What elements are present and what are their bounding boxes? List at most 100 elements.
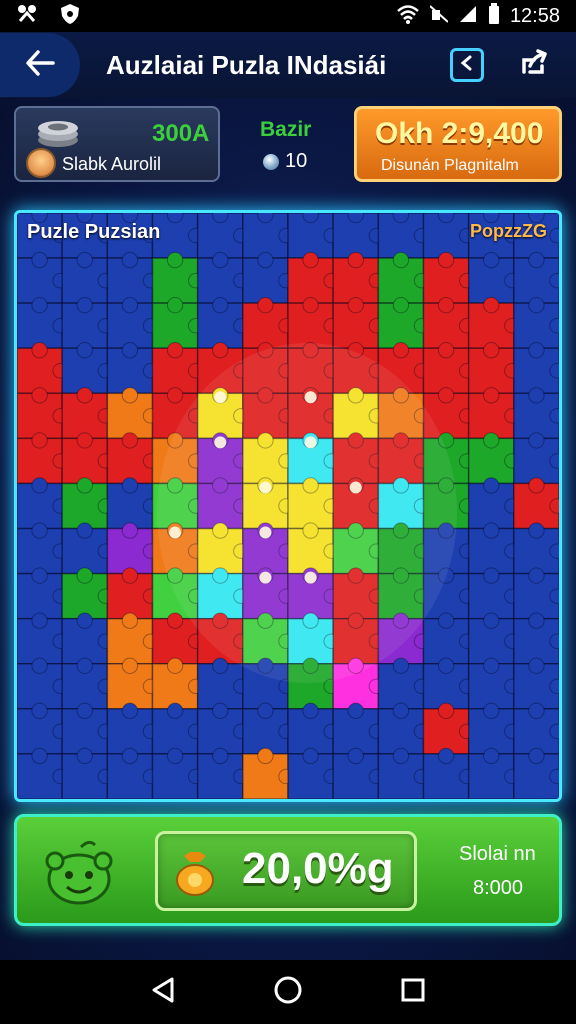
puzzle-piece[interactable] xyxy=(287,747,339,799)
puzzle-piece[interactable] xyxy=(287,251,339,304)
puzzle-piece[interactable] xyxy=(151,702,204,755)
puzzle-piece[interactable] xyxy=(17,657,68,710)
puzzle-piece[interactable] xyxy=(17,477,68,530)
nav-home-button[interactable] xyxy=(268,972,308,1012)
puzzle-piece[interactable] xyxy=(377,251,430,304)
puzzle-piece[interactable] xyxy=(61,657,114,710)
puzzle-piece[interactable] xyxy=(377,702,430,755)
puzzle-piece[interactable] xyxy=(513,342,559,395)
puzzle-piece[interactable] xyxy=(377,657,430,710)
puzzle-piece[interactable] xyxy=(151,342,204,395)
puzzle-piece[interactable] xyxy=(422,657,475,710)
puzzle-piece[interactable] xyxy=(17,702,68,755)
puzzle-piece[interactable] xyxy=(61,612,114,665)
puzzle-piece[interactable] xyxy=(61,342,114,395)
puzzle-piece[interactable] xyxy=(422,296,475,349)
puzzle-piece[interactable] xyxy=(17,251,68,304)
puzzle-piece[interactable] xyxy=(106,387,159,440)
puzzle-piece[interactable] xyxy=(196,251,249,304)
player-card[interactable]: 300A Slabk Aurolil xyxy=(14,106,220,182)
puzzle-piece[interactable] xyxy=(151,251,204,304)
puzzle-piece[interactable] xyxy=(106,747,159,799)
puzzle-piece[interactable] xyxy=(242,747,294,799)
puzzle-piece[interactable] xyxy=(196,747,249,799)
puzzle-grid[interactable] xyxy=(17,213,559,799)
puzzle-piece[interactable] xyxy=(106,522,159,575)
puzzle-piece[interactable] xyxy=(17,747,68,799)
puzzle-piece[interactable] xyxy=(467,522,520,575)
back-button[interactable] xyxy=(0,33,80,97)
puzzle-piece[interactable] xyxy=(332,747,385,799)
puzzle-piece[interactable] xyxy=(106,296,159,349)
puzzle-piece[interactable] xyxy=(151,747,204,799)
puzzle-piece[interactable] xyxy=(422,612,475,665)
puzzle-piece[interactable] xyxy=(61,251,114,304)
puzzle-piece[interactable] xyxy=(377,213,430,259)
puzzle-piece[interactable] xyxy=(106,342,159,395)
puzzle-piece[interactable] xyxy=(61,522,114,575)
puzzle-piece[interactable] xyxy=(61,432,114,485)
puzzle-piece[interactable] xyxy=(17,567,68,620)
puzzle-piece[interactable] xyxy=(106,477,159,530)
puzzle-piece[interactable] xyxy=(422,251,475,304)
puzzle-piece[interactable] xyxy=(513,251,559,304)
puzzle-piece[interactable] xyxy=(377,296,430,349)
puzzle-piece[interactable] xyxy=(151,657,204,710)
puzzle-piece[interactable] xyxy=(61,747,114,799)
puzzle-piece[interactable] xyxy=(17,387,68,440)
puzzle-piece[interactable] xyxy=(106,657,159,710)
puzzle-piece[interactable] xyxy=(513,657,559,710)
progress-button[interactable]: 20,0%g xyxy=(155,831,417,911)
puzzle-piece[interactable] xyxy=(513,387,559,440)
puzzle-piece[interactable] xyxy=(17,342,68,395)
puzzle-piece[interactable] xyxy=(17,612,68,665)
puzzle-piece[interactable] xyxy=(287,213,339,259)
puzzle-piece[interactable] xyxy=(467,342,520,395)
puzzle-piece[interactable] xyxy=(61,387,114,440)
puzzle-piece[interactable] xyxy=(196,213,249,259)
puzzle-piece[interactable] xyxy=(332,702,385,755)
nav-back-button[interactable] xyxy=(143,972,183,1012)
puzzle-piece[interactable] xyxy=(513,702,559,755)
puzzle-piece[interactable] xyxy=(106,432,159,485)
puzzle-piece[interactable] xyxy=(332,296,385,349)
puzzle-piece[interactable] xyxy=(422,342,475,395)
puzzle-piece[interactable] xyxy=(467,657,520,710)
puzzle-piece[interactable] xyxy=(513,747,559,799)
collapse-panel-button[interactable] xyxy=(450,48,484,82)
puzzle-piece[interactable] xyxy=(513,612,559,665)
puzzle-piece[interactable] xyxy=(287,296,339,349)
puzzle-piece[interactable] xyxy=(17,522,68,575)
puzzle-piece[interactable] xyxy=(422,213,475,259)
puzzle-piece[interactable] xyxy=(422,702,475,755)
puzzle-piece[interactable] xyxy=(513,296,559,349)
puzzle-piece[interactable] xyxy=(242,213,294,259)
puzzle-piece[interactable] xyxy=(242,251,294,304)
puzzle-piece[interactable] xyxy=(61,477,114,530)
puzzle-piece[interactable] xyxy=(513,522,559,575)
puzzle-piece[interactable] xyxy=(106,251,159,304)
share-button[interactable] xyxy=(514,44,556,86)
puzzle-piece[interactable] xyxy=(17,296,68,349)
puzzle-piece[interactable] xyxy=(61,567,114,620)
puzzle-piece[interactable] xyxy=(106,567,159,620)
nav-recents-button[interactable] xyxy=(393,972,433,1012)
puzzle-piece[interactable] xyxy=(422,747,475,799)
puzzle-piece[interactable] xyxy=(467,567,520,620)
puzzle-piece[interactable] xyxy=(377,747,430,799)
puzzle-piece[interactable] xyxy=(467,612,520,665)
puzzle-piece[interactable] xyxy=(287,702,339,755)
puzzle-piece[interactable] xyxy=(61,296,114,349)
puzzle-piece[interactable] xyxy=(513,432,559,485)
puzzle-piece[interactable] xyxy=(467,251,520,304)
puzzle-piece[interactable] xyxy=(332,251,385,304)
puzzle-piece[interactable] xyxy=(467,387,520,440)
puzzle-piece[interactable] xyxy=(17,432,68,485)
puzzle-board[interactable]: Puzle Puzsian PopzzZG xyxy=(14,210,562,802)
puzzle-piece[interactable] xyxy=(106,702,159,755)
puzzle-piece[interactable] xyxy=(332,213,385,259)
puzzle-piece[interactable] xyxy=(242,702,294,755)
puzzle-piece[interactable] xyxy=(151,296,204,349)
puzzle-piece[interactable] xyxy=(513,567,559,620)
score-card[interactable]: Okh 2:9,400 Disunán Plagnitalm xyxy=(354,106,562,182)
